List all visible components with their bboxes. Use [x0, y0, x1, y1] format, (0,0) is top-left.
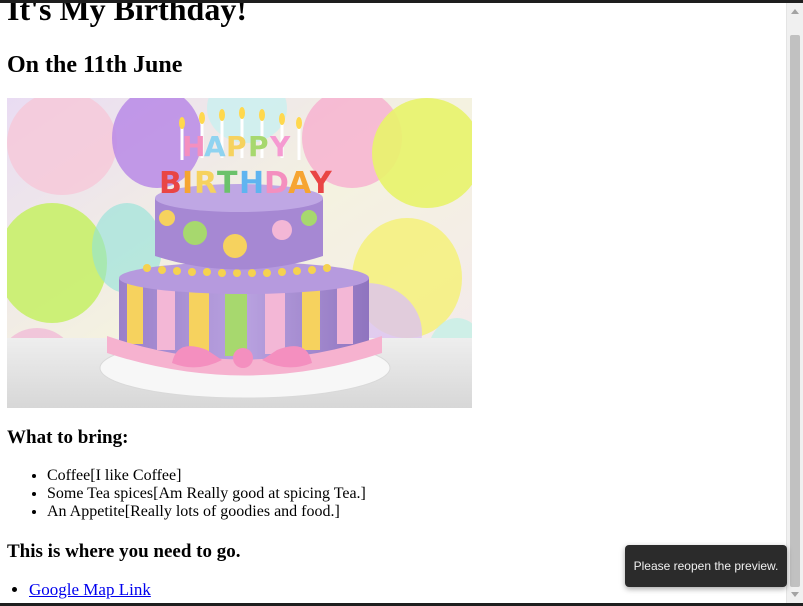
- svg-text:Y: Y: [309, 166, 333, 201]
- svg-text:P: P: [248, 130, 269, 163]
- svg-text:T: T: [217, 166, 238, 201]
- svg-text:A: A: [204, 130, 226, 163]
- list-item: Google Map Link: [29, 580, 151, 600]
- scroll-up-icon[interactable]: [791, 9, 799, 14]
- scroll-thumb[interactable]: [790, 35, 800, 587]
- vertical-scrollbar[interactable]: [786, 3, 803, 603]
- scroll-down-icon[interactable]: [791, 592, 799, 597]
- svg-text:B: B: [159, 166, 182, 201]
- svg-text:P: P: [226, 130, 247, 163]
- location-heading: This is where you need to go.: [7, 541, 241, 562]
- reopen-preview-toast: Please reopen the preview.: [625, 545, 787, 587]
- svg-text:Y: Y: [269, 130, 291, 163]
- list-item: An Appetite[Really lots of goodies and f…: [47, 503, 366, 521]
- page-subtitle: On the 11th June: [7, 52, 183, 78]
- list-item: Coffee[I like Coffee]: [47, 467, 366, 485]
- list-item: Some Tea spices[Am Really good at spicin…: [47, 485, 366, 503]
- location-list: Google Map Link: [7, 580, 151, 600]
- birthday-cake-image: H A P P Y B I R T H D A Y: [7, 98, 472, 408]
- google-map-link[interactable]: Google Map Link: [29, 580, 151, 599]
- toast-message: Please reopen the preview.: [633, 559, 779, 573]
- svg-text:I: I: [182, 166, 193, 201]
- preview-frame: It's My Birthday! On the 11th June H A P…: [0, 3, 803, 603]
- page-title: It's My Birthday!: [7, 3, 247, 27]
- svg-text:H: H: [182, 130, 205, 163]
- what-to-bring-heading: What to bring:: [7, 427, 129, 448]
- bring-list: Coffee[I like Coffee] Some Tea spices[Am…: [7, 467, 366, 521]
- svg-text:H: H: [239, 166, 264, 201]
- svg-text:D: D: [264, 166, 289, 201]
- svg-text:R: R: [194, 166, 217, 201]
- svg-text:A: A: [288, 166, 312, 201]
